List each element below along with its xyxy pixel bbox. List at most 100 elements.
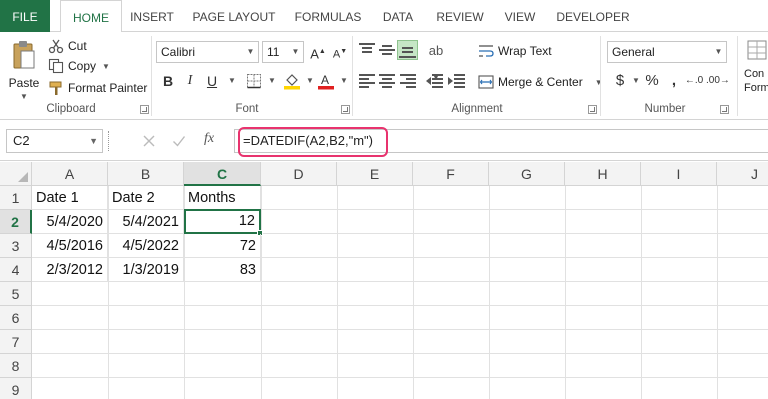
tab-page-layout[interactable]: PAGE LAYOUT — [186, 0, 282, 32]
group-divider — [600, 36, 601, 116]
font-size-value: 11 — [267, 45, 280, 59]
increase-font-size-button[interactable]: A▲ — [308, 41, 328, 63]
insert-function-icon[interactable]: fx — [204, 131, 214, 147]
middle-align-icon[interactable] — [378, 42, 396, 58]
row-header[interactable]: 3 — [0, 234, 32, 258]
formula-bar-grip[interactable] — [108, 131, 110, 151]
percent-button[interactable]: % — [642, 70, 662, 92]
cell-c3[interactable]: 72 — [184, 234, 261, 258]
paint-bucket-icon — [284, 74, 300, 90]
cell-c4[interactable]: 83 — [184, 258, 261, 282]
increase-decimal-icon: ←.0 — [684, 75, 704, 86]
number-format-combo[interactable]: General ▼ — [607, 41, 727, 63]
row-header[interactable]: 9 — [0, 378, 32, 399]
number-group-label: Number — [644, 103, 686, 115]
font-color-button[interactable]: A — [316, 70, 336, 92]
formula-buttons: fx — [112, 129, 230, 153]
column-header-j[interactable]: J — [717, 162, 768, 186]
font-color-dropdown-caret[interactable]: ▼ — [334, 70, 354, 92]
cut-button[interactable]: Cut — [48, 36, 87, 56]
comma-style-button[interactable]: , — [664, 70, 684, 92]
bold-button[interactable]: B — [158, 70, 178, 92]
borders-icon — [247, 74, 261, 89]
underline-dropdown-caret[interactable]: ▼ — [222, 70, 242, 92]
cell-b2[interactable]: 5/4/2021 — [108, 210, 184, 234]
clipboard-dialog-launcher[interactable] — [140, 105, 149, 114]
tab-developer[interactable]: DEVELOPER — [552, 0, 634, 32]
orientation-button[interactable]: ab ▼ — [426, 40, 446, 82]
cell-a3[interactable]: 4/5/2016 — [32, 234, 108, 258]
alignment-dialog-launcher[interactable] — [588, 105, 597, 114]
percent-symbol: % — [645, 72, 659, 89]
row-header[interactable]: 8 — [0, 354, 32, 378]
wrap-text-button[interactable]: Wrap Text — [478, 41, 552, 61]
font-dialog-launcher[interactable] — [341, 105, 350, 114]
column-header-d[interactable]: D — [261, 162, 337, 186]
cell-b4[interactable]: 1/3/2019 — [108, 258, 184, 282]
cancel-icon[interactable] — [142, 134, 156, 148]
select-all-button[interactable] — [0, 162, 32, 186]
cell-c1[interactable]: Months — [184, 186, 261, 210]
format-painter-button[interactable]: Format Painter — [48, 78, 147, 98]
conditional-formatting-label: Con Form — [744, 68, 768, 94]
font-name-combo[interactable]: Calibri ▼ — [156, 41, 259, 63]
column-header-e[interactable]: E — [337, 162, 413, 186]
fill-color-button[interactable] — [282, 70, 302, 92]
cell-a1[interactable]: Date 1 — [32, 186, 108, 210]
enter-check-icon[interactable] — [172, 134, 186, 148]
decrease-decimal-icon: .00→ — [706, 75, 730, 86]
align-right-icon[interactable] — [399, 72, 417, 88]
tab-home[interactable]: HOME — [60, 0, 122, 33]
name-box[interactable]: C2 ▼ — [6, 129, 103, 153]
tab-data[interactable]: DATA — [374, 0, 422, 32]
decrease-font-size-button[interactable]: A▼ — [330, 41, 350, 63]
row-header[interactable]: 1 — [0, 186, 32, 210]
italic-button[interactable]: I — [180, 70, 200, 92]
align-center-icon[interactable] — [378, 72, 396, 88]
decrease-indent-icon[interactable] — [426, 72, 444, 88]
paste-button[interactable]: Paste ▼ — [6, 38, 42, 101]
font-size-combo[interactable]: 11 ▼ — [262, 41, 304, 63]
bottom-align-icon[interactable] — [397, 40, 418, 60]
cell-a2[interactable]: 5/4/2020 — [32, 210, 108, 234]
row-header[interactable]: 2 — [0, 210, 32, 234]
borders-dropdown-caret[interactable]: ▼ — [262, 70, 282, 92]
tab-review[interactable]: REVIEW — [430, 0, 490, 32]
column-header-f[interactable]: F — [413, 162, 489, 186]
copy-dropdown-caret[interactable]: ▼ — [102, 62, 110, 71]
clipboard-group-label: Clipboard — [46, 103, 96, 115]
cell-b3[interactable]: 4/5/2022 — [108, 234, 184, 258]
column-header-i[interactable]: I — [641, 162, 717, 186]
cell-b1[interactable]: Date 2 — [108, 186, 184, 210]
row-header[interactable]: 4 — [0, 258, 32, 282]
row-header[interactable]: 5 — [0, 282, 32, 306]
copy-button[interactable]: Copy ▼ — [48, 56, 110, 76]
align-left-icon[interactable] — [358, 72, 376, 88]
underline-button[interactable]: U — [202, 70, 222, 92]
number-dialog-launcher[interactable] — [720, 105, 729, 114]
tab-file[interactable]: FILE — [0, 0, 50, 32]
row-header[interactable]: 6 — [0, 306, 32, 330]
increase-decimal-button[interactable]: ←.0 — [684, 70, 704, 92]
copy-label: Copy — [68, 59, 97, 73]
conditional-formatting-icon — [747, 40, 767, 60]
tab-view[interactable]: VIEW — [500, 0, 540, 32]
decrease-decimal-button[interactable]: .00→ — [706, 70, 730, 92]
column-header-b[interactable]: B — [108, 162, 184, 186]
column-header-c[interactable]: C — [184, 162, 261, 186]
top-align-icon[interactable] — [358, 42, 376, 58]
increase-indent-icon[interactable] — [448, 72, 466, 88]
column-header-h[interactable]: H — [565, 162, 641, 186]
merge-dropdown-caret[interactable]: ▼ — [595, 78, 603, 87]
paste-dropdown-caret[interactable]: ▼ — [20, 92, 28, 101]
merge-center-button[interactable]: Merge & Center ▼ — [478, 72, 603, 92]
tab-formulas[interactable]: FORMULAS — [288, 0, 368, 32]
conditional-formatting-button[interactable]: Con Form — [744, 40, 768, 100]
column-header-a[interactable]: A — [32, 162, 108, 186]
cell-a4[interactable]: 2/3/2012 — [32, 258, 108, 282]
tab-insert[interactable]: INSERT — [124, 0, 180, 32]
borders-button[interactable] — [244, 70, 264, 92]
cell-c2[interactable]: 12 — [184, 209, 261, 234]
row-header[interactable]: 7 — [0, 330, 32, 354]
column-header-g[interactable]: G — [489, 162, 565, 186]
